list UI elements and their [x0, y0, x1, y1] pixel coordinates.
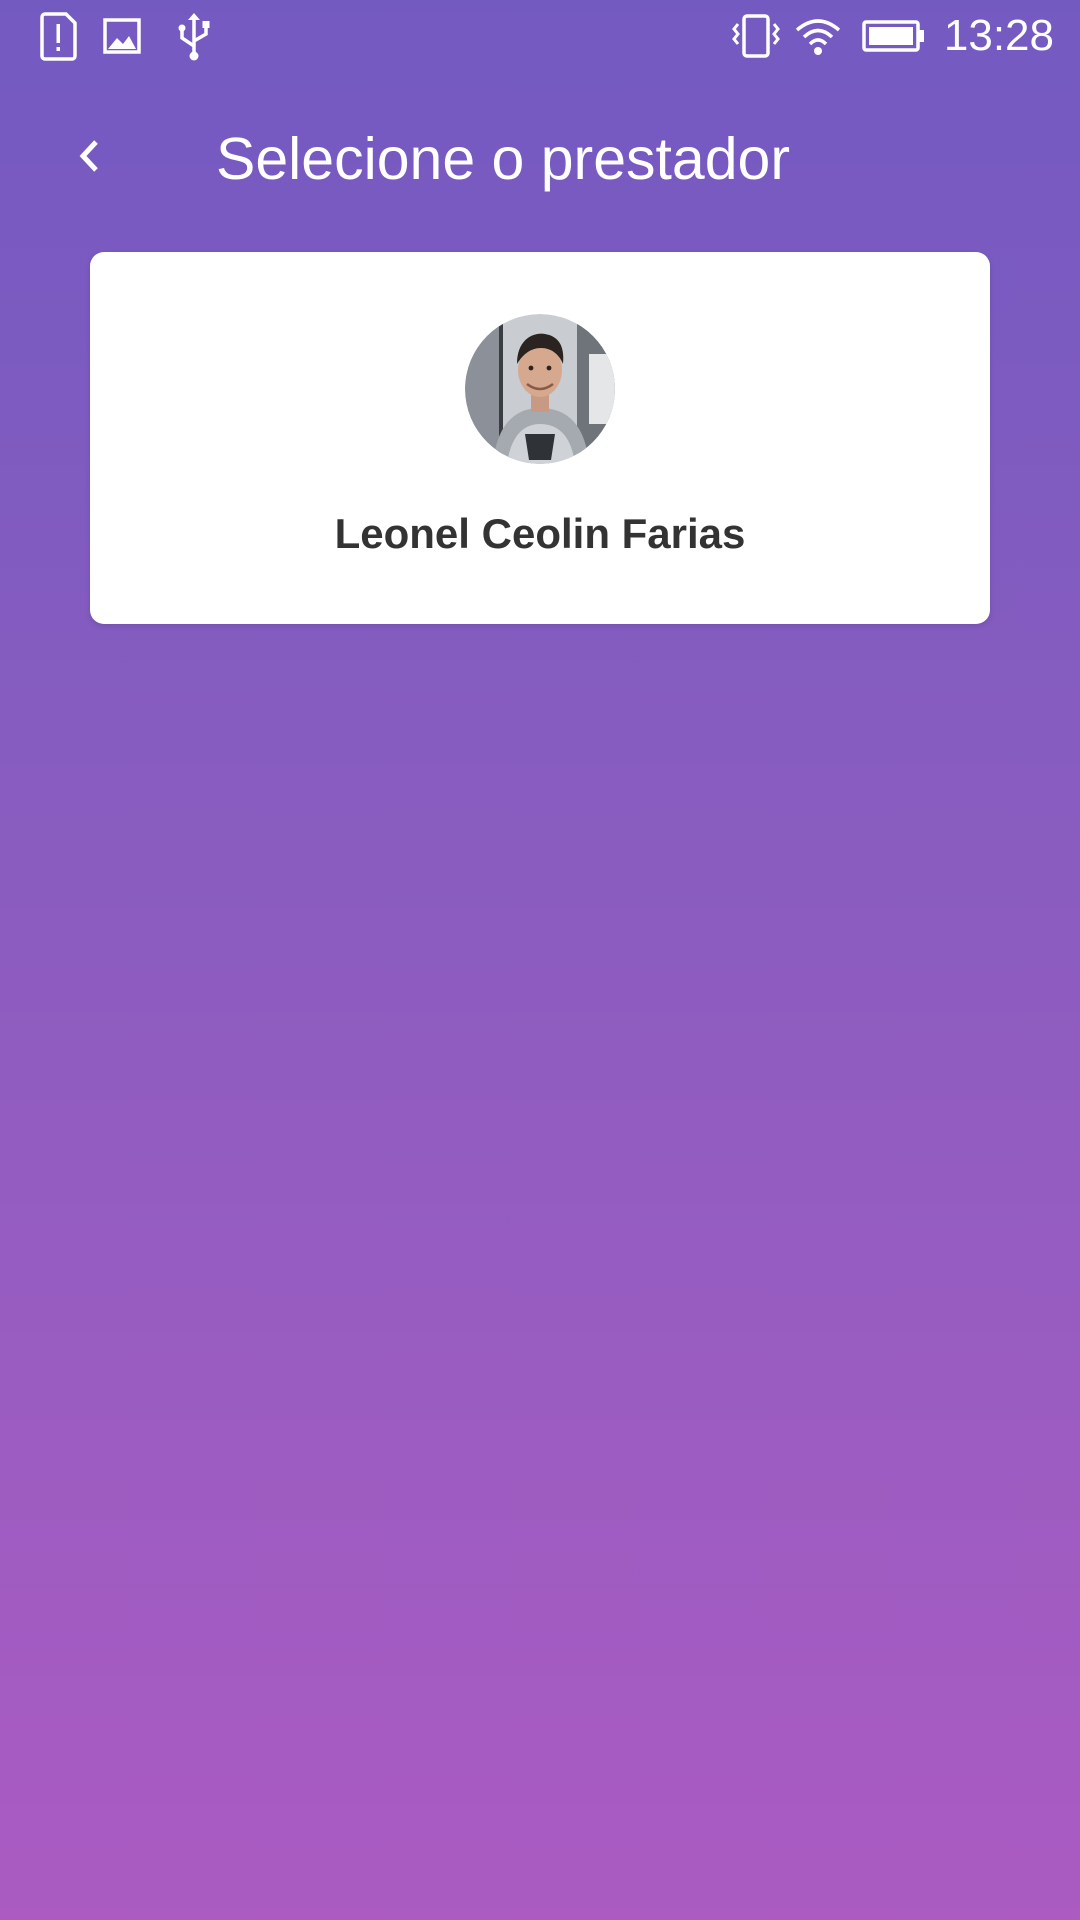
- wifi-icon: [795, 19, 841, 55]
- status-bar: 13:28: [0, 0, 1080, 72]
- provider-name: Leonel Ceolin Farias: [334, 510, 746, 557]
- vibrate-icon: [732, 14, 780, 58]
- status-time: 13:28: [943, 11, 1054, 60]
- usb-icon: [178, 13, 210, 61]
- chevron-left-icon: [79, 140, 98, 172]
- back-button[interactable]: [56, 116, 124, 196]
- battery-icon: [862, 20, 924, 52]
- provider-avatar: [465, 314, 615, 464]
- page-title: Selecione o prestador: [216, 126, 790, 192]
- image-icon: [103, 18, 141, 54]
- sim-alert-icon: [40, 12, 77, 61]
- app-header: Selecione o prestador: [0, 100, 1080, 220]
- provider-card[interactable]: Leonel Ceolin Farias: [90, 252, 990, 624]
